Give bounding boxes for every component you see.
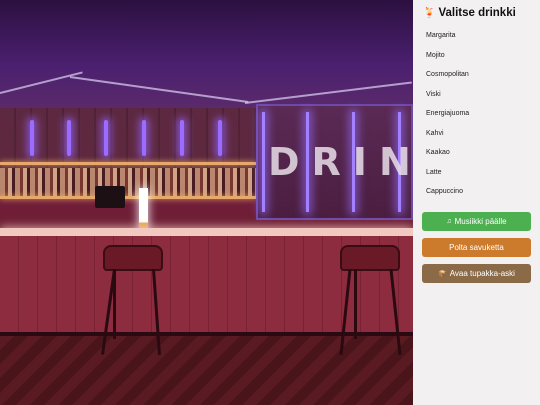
drink-item-cosmopolitan[interactable]: Cosmopolitan [413, 65, 540, 85]
music-note-icon: ♫ [446, 218, 452, 225]
drink-item-margarita[interactable]: Margarita [413, 26, 540, 46]
smoke-cigarette-button[interactable]: Polta savuketta [422, 238, 531, 257]
neon-tube [30, 120, 34, 156]
drink-list: Margarita Mojito Cosmopolitan Viski Ener… [413, 26, 540, 202]
ceiling [0, 0, 413, 110]
bar-shelf [0, 162, 256, 165]
cocktail-icon: 🍹 [423, 8, 436, 19]
box-icon: 📦 [438, 270, 447, 278]
bar-scene-background: DRINK [0, 0, 413, 405]
neon-tube [180, 120, 184, 156]
drink-item-kahvi[interactable]: Kahvi [413, 124, 540, 144]
neon-tube [142, 120, 146, 156]
drink-wall-sign: DRINK [268, 140, 413, 184]
drink-item-mojito[interactable]: Mojito [413, 46, 540, 66]
music-on-label: Musiikki päälle [454, 217, 507, 226]
drink-panel: 🍹 Valitse drinkki Margarita Mojito Cosmop… [413, 0, 540, 405]
drink-item-cappuccino[interactable]: Cappuccino [413, 182, 540, 202]
panel-title-text: Valitse drinkki [438, 7, 516, 19]
counter-top [0, 228, 413, 236]
panel-title: 🍹 Valitse drinkki [423, 7, 516, 19]
bar-shelf [0, 196, 256, 199]
bottle-shelf [0, 168, 256, 196]
neon-tube [218, 120, 222, 156]
open-cigarette-pack-label: Avaa tupakka-aski [449, 269, 515, 278]
neon-tube [104, 120, 108, 156]
drink-item-energiajuoma[interactable]: Energiajuoma [413, 104, 540, 124]
music-on-button[interactable]: ♫ Musiikki päälle [422, 212, 531, 231]
smoke-cigarette-label: Polta savuketta [449, 243, 504, 252]
drink-item-kaakao[interactable]: Kaakao [413, 143, 540, 163]
cash-register [95, 186, 125, 208]
open-cigarette-pack-button[interactable]: 📦 Avaa tupakka-aski [422, 264, 531, 283]
neon-tube [67, 120, 71, 156]
drink-item-viski[interactable]: Viski [413, 85, 540, 105]
drink-item-latte[interactable]: Latte [413, 163, 540, 183]
neon-tube [262, 112, 265, 212]
floor [0, 336, 413, 405]
